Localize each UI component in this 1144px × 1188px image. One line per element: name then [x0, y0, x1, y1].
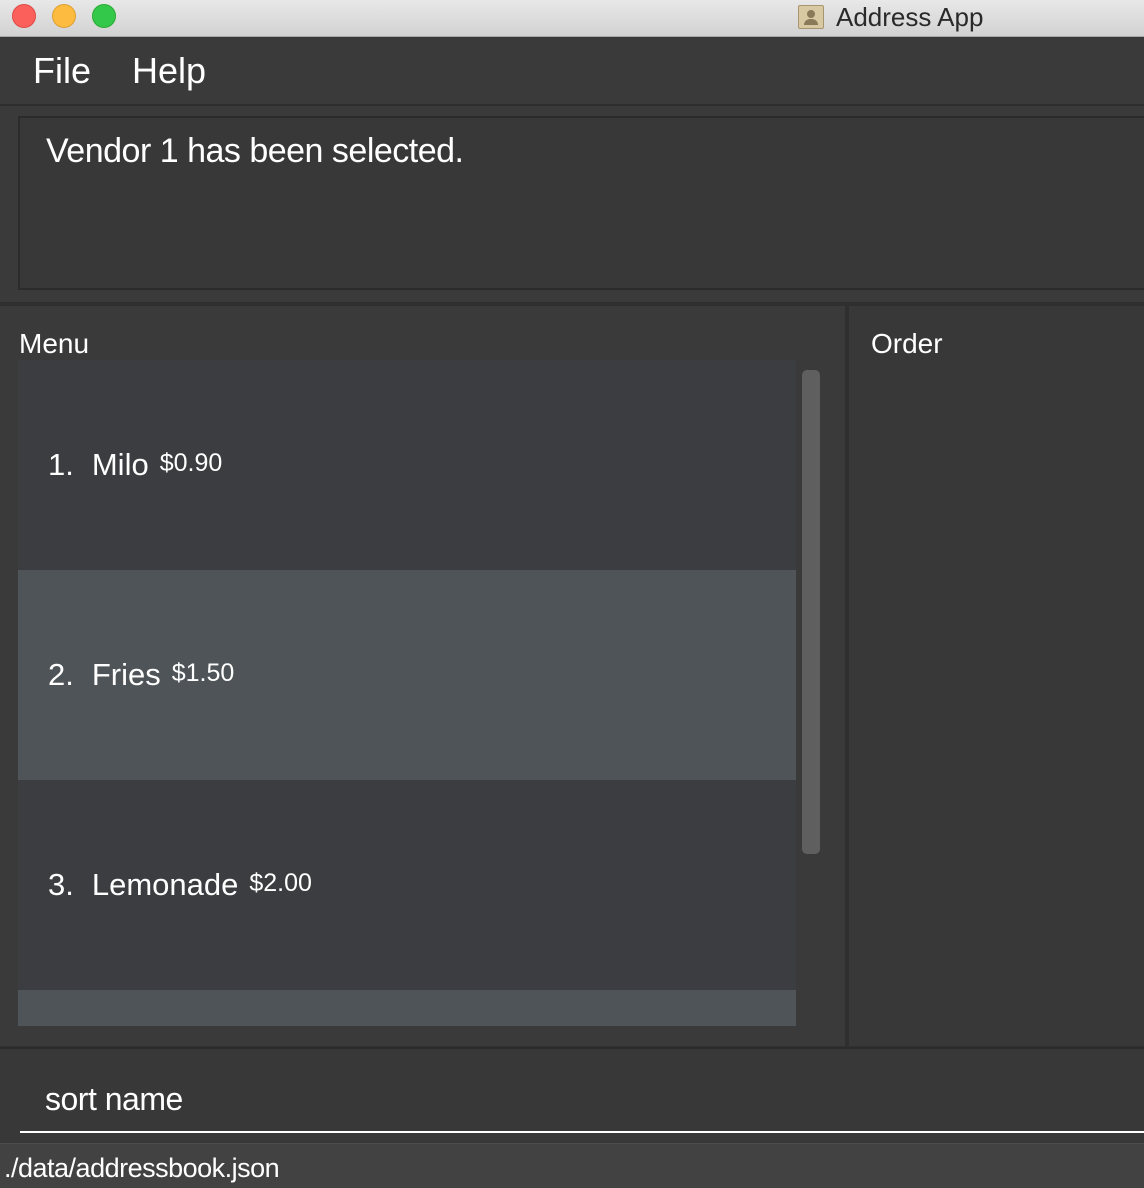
item-name: Milo — [91, 447, 149, 482]
command-area — [0, 1047, 1144, 1143]
app-window: Address App File Help Vendor 1 has been … — [0, 0, 1144, 1188]
result-display[interactable]: Vendor 1 has been selected. — [18, 116, 1144, 290]
address-book-icon — [798, 5, 824, 29]
menu-help[interactable]: Help — [132, 50, 206, 92]
window-title: Address App — [836, 1, 984, 32]
minimize-window-button[interactable] — [52, 4, 76, 28]
order-panel-title: Order — [871, 328, 943, 359]
item-price: $2.00 — [249, 868, 312, 897]
maximize-window-button[interactable] — [92, 4, 116, 28]
command-input[interactable] — [20, 1067, 1144, 1133]
order-panel: Order — [849, 306, 1144, 1046]
save-location: ./data/addressbook.json — [4, 1153, 280, 1183]
close-window-button[interactable] — [12, 4, 36, 28]
menu-panel: Menu 1. Milo $0.90 2. Fries $1.50 3. Lem… — [0, 306, 845, 1046]
menu-list-item[interactable]: 3. Lemonade $2.00 — [18, 780, 796, 990]
status-bar: ./data/addressbook.json — [0, 1143, 1144, 1188]
item-index: 2. — [48, 657, 74, 692]
main-panels: Menu 1. Milo $0.90 2. Fries $1.50 3. Lem… — [0, 302, 1144, 1047]
item-price: $0.90 — [159, 448, 223, 477]
menu-list-scrollbar[interactable] — [800, 366, 824, 858]
item-name: Fries — [91, 657, 161, 692]
item-name: Lemonade — [91, 867, 239, 902]
item-price: $1.50 — [171, 658, 235, 687]
item-index: 3. — [48, 867, 74, 902]
window-title-group: Address App — [798, 2, 983, 32]
item-index: 1. — [48, 447, 74, 482]
menu-file[interactable]: File — [33, 50, 91, 92]
menu-list[interactable]: 1. Milo $0.90 2. Fries $1.50 3. Lemonade… — [18, 360, 796, 1026]
menu-list-item-partial[interactable] — [18, 990, 796, 1026]
title-bar[interactable]: Address App — [0, 0, 1144, 37]
menu-list-item[interactable]: 2. Fries $1.50 — [18, 570, 796, 780]
result-display-area: Vendor 1 has been selected. — [0, 106, 1144, 302]
scrollbar-thumb[interactable] — [802, 370, 820, 854]
menu-list-item[interactable]: 1. Milo $0.90 — [18, 360, 796, 570]
result-message: Vendor 1 has been selected. — [46, 132, 464, 170]
menu-panel-title: Menu — [19, 328, 90, 359]
menu-bar: File Help — [0, 38, 1144, 106]
